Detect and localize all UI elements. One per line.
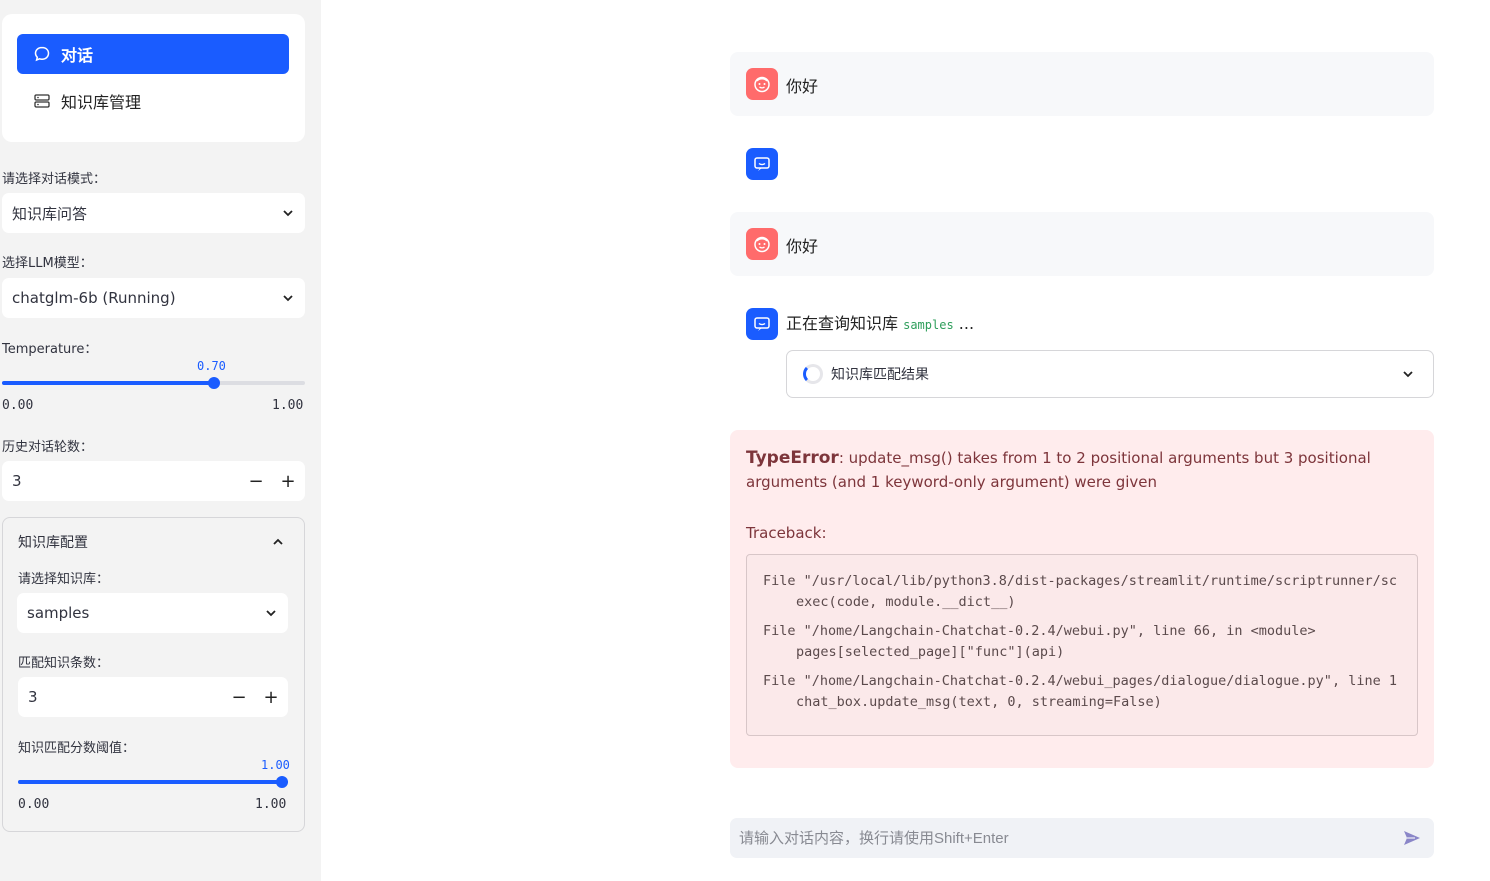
message-text-suffix: ... [958,314,975,333]
kb-select-value: samples [27,604,90,622]
temperature-value: 0.70 [197,359,226,373]
error-message: : update_msg() takes from 1 to 2 positio… [746,449,1371,491]
sidebar: 对话 知识库管理 请选择对话模式： 知识库问答 选择LLM模型： chatglm… [0,0,321,881]
chevron-up-icon[interactable] [271,534,285,553]
traceback-line: pages[selected_page]["func"](api) [796,644,1065,660]
traceback-line: exec(code, module.__dict__) [796,594,1016,610]
traceback-line: File "/home/Langchain-Chatchat-0.2.4/web… [763,623,1316,639]
score-threshold-max: 1.00 [255,797,287,812]
chevron-down-icon [1401,367,1415,385]
user-avatar-icon [746,228,778,260]
topk-number-input[interactable]: 3 − + [18,677,288,717]
topk-increment-button[interactable]: + [255,677,287,717]
history-number-input[interactable]: 3 − + [2,461,305,501]
error-type: TypeError [746,448,839,468]
chat-message-user: 你好 [730,52,1434,116]
message-text: 你好 [786,237,819,256]
loading-spinner-icon [803,364,823,384]
traceback-line: File "/home/Langchain-Chatchat-0.2.4/web… [763,673,1397,689]
temperature-slider[interactable] [2,377,305,389]
chat-main: 你好 你好 正在查询知识库 samples ... 知识库匹配结果 TypeEr… [321,0,1490,881]
chat-message-assistant: 正在查询知识库 samples ... [730,292,1434,342]
kb-result-expander[interactable]: 知识库匹配结果 [786,350,1434,398]
temperature-slider-thumb[interactable] [208,377,220,389]
nav-item-chat-label: 对话 [61,46,94,65]
message-text: 你好 [786,77,819,96]
topk-label: 匹配知识条数： [18,656,110,671]
traceback-code[interactable]: File "/usr/local/lib/python3.8/dist-pack… [746,554,1418,736]
traceback-label: Traceback: [746,524,827,542]
history-value: 3 [12,472,22,490]
temperature-label: Temperature： [2,342,98,357]
kb-select[interactable]: samples [17,593,288,633]
chevron-down-icon [281,206,295,220]
chevron-down-icon [281,291,295,305]
topk-decrement-button[interactable]: − [223,677,255,717]
error-box: TypeError: update_msg() takes from 1 to … [730,430,1434,768]
assistant-avatar-icon [746,308,778,340]
llm-select[interactable]: chatglm-6b (Running) [2,278,305,318]
mode-select[interactable]: 知识库问答 [2,193,305,233]
score-threshold-slider[interactable] [18,776,288,788]
nav-menu: 对话 知识库管理 [2,14,305,142]
chat-message-user: 你好 [730,212,1434,276]
kb-config-expander: 知识库配置 请选择知识库： samples 匹配知识条数： 3 − + 知识匹配… [2,517,305,832]
mode-select-value: 知识库问答 [12,204,88,223]
chat-message-assistant [730,132,1434,196]
nav-item-kb-manage[interactable]: 知识库管理 [17,81,289,121]
nav-item-kb-manage-label: 知识库管理 [61,93,142,112]
assistant-avatar-icon [746,148,778,180]
nav-item-chat[interactable]: 对话 [17,34,289,74]
message-text-prefix: 正在查询知识库 [786,314,899,333]
history-decrement-button[interactable]: − [240,461,272,501]
kb-config-title[interactable]: 知识库配置 [18,532,88,552]
kb-select-label: 请选择知识库： [18,572,110,587]
send-icon[interactable] [1402,828,1422,848]
temperature-slider-fill [2,381,214,385]
llm-select-value: chatglm-6b (Running) [12,289,176,307]
traceback-line: chat_box.update_msg(text, 0, streaming=F… [796,694,1162,710]
chevron-down-icon [264,606,278,620]
history-increment-button[interactable]: + [272,461,304,501]
llm-label: 选择LLM模型： [2,256,93,271]
mode-label: 请选择对话模式： [2,172,107,187]
chat-bubble-icon [33,45,51,63]
chat-input[interactable] [730,818,1370,858]
user-avatar-icon [746,68,778,100]
temperature-max: 1.00 [272,398,304,413]
traceback-line: File "/usr/local/lib/python3.8/dist-pack… [763,573,1397,589]
kb-result-label: 知识库匹配结果 [831,367,929,383]
message-text: 正在查询知识库 samples ... [786,310,974,334]
score-threshold-min: 0.00 [18,797,50,812]
database-icon [33,92,51,110]
kb-name-code: samples [903,318,954,332]
score-threshold-slider-thumb[interactable] [276,776,288,788]
score-threshold-slider-fill [18,780,288,784]
topk-value: 3 [28,688,38,706]
history-label: 历史对话轮数： [2,440,94,455]
error-heading: TypeError: update_msg() takes from 1 to … [746,446,1418,494]
score-threshold-value: 1.00 [261,758,290,772]
chat-input-bar [730,818,1434,858]
temperature-min: 0.00 [2,398,34,413]
score-threshold-label: 知识匹配分数阈值： [18,741,136,756]
